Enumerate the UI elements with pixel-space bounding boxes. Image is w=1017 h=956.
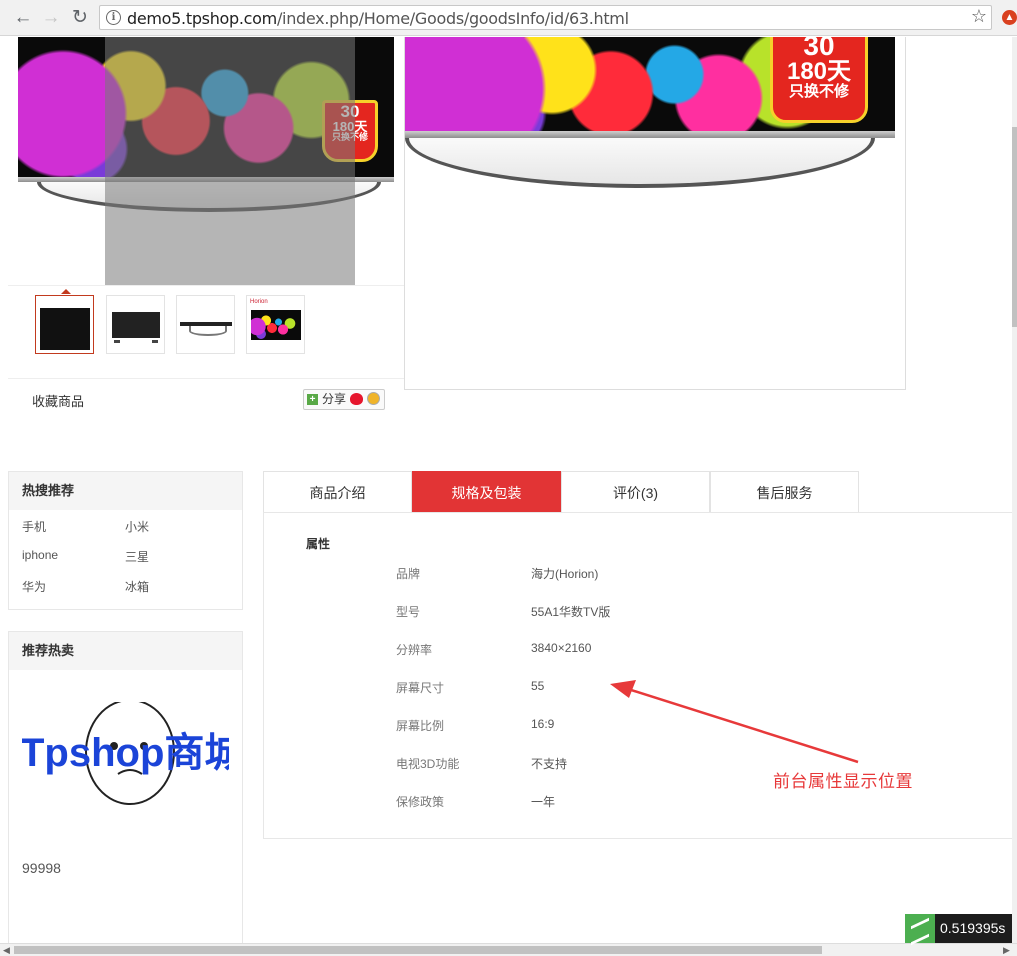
vertical-scrollbar[interactable] xyxy=(1012,37,1017,943)
horizontal-scroll-thumb[interactable] xyxy=(14,946,822,954)
horizontal-scrollbar[interactable]: ◀ ▶ xyxy=(0,943,1017,956)
vertical-scroll-thumb[interactable] xyxy=(1012,127,1017,327)
trace-logo-icon xyxy=(905,914,935,943)
page-trace-timer[interactable]: 0.519395s xyxy=(905,914,1012,943)
annotation-arrow-icon xyxy=(610,680,859,764)
annotation-text: 前台属性显示位置 xyxy=(773,772,913,791)
timer-value: 0.519395s xyxy=(940,920,1006,936)
scroll-right-icon[interactable]: ▶ xyxy=(1003,944,1010,956)
scroll-left-icon[interactable]: ◀ xyxy=(3,944,10,956)
